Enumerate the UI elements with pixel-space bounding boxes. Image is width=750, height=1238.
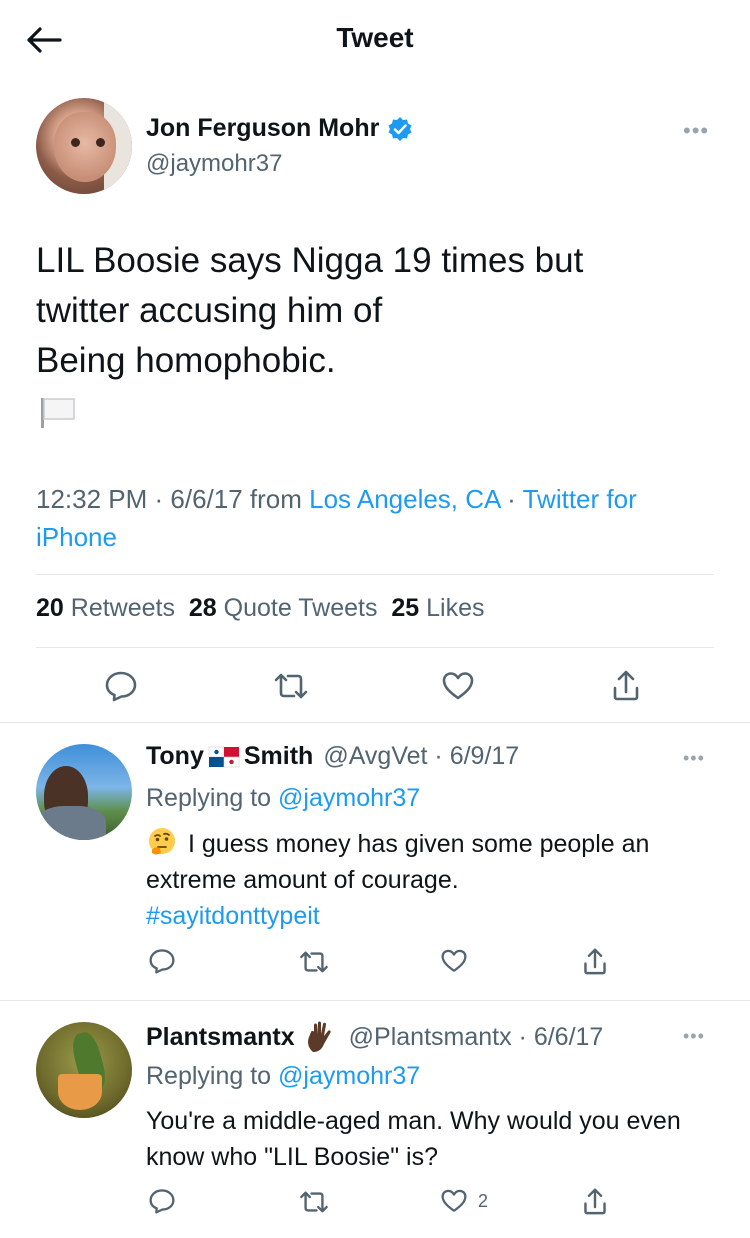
hashtag-link[interactable]: #sayitdonttypeit <box>146 898 716 934</box>
white-flag-icon <box>41 398 75 428</box>
reply-tweet[interactable]: Tony Smith @AvgVet · 6/9/17 ••• Replying… <box>0 722 750 1000</box>
replying-to: Replying to @jaymohr37 <box>146 784 421 812</box>
more-options-icon[interactable]: ••• <box>683 118 709 144</box>
retweet-icon[interactable] <box>272 672 310 700</box>
avatar[interactable] <box>36 1022 132 1118</box>
avatar[interactable] <box>36 744 132 840</box>
reply-tweet[interactable]: Plantsmantx @Plantsmantx · 6/6/17 ••• Re… <box>0 1000 750 1238</box>
reply-icon[interactable] <box>148 1188 176 1214</box>
divider <box>36 647 714 648</box>
tweet-actions <box>0 668 750 708</box>
avatar[interactable] <box>36 98 132 194</box>
replying-to-handle[interactable]: @jaymohr37 <box>278 1062 420 1090</box>
top-bar: Tweet <box>0 0 750 80</box>
reply-text: You're a middle-aged man. Why would you … <box>146 1107 681 1171</box>
like-count: 2 <box>478 1190 489 1211</box>
replying-to-handle[interactable]: @jaymohr37 <box>278 784 420 812</box>
reply-author-name[interactable]: Tony <box>146 742 204 771</box>
retweet-icon[interactable] <box>298 1190 330 1214</box>
like-heart-icon[interactable] <box>440 948 468 974</box>
reply-header: Plantsmantx @Plantsmantx · 6/6/17 <box>146 1020 603 1054</box>
author-name[interactable]: Jon Ferguson Mohr <box>146 114 413 143</box>
divider <box>36 574 714 575</box>
reply-text: I guess money has given some people an e… <box>146 826 716 934</box>
reply-author-name-last[interactable]: Smith <box>244 742 313 771</box>
raised-hand-emoji-icon <box>307 1021 331 1052</box>
tweet-text: LIL Boosie says Nigga 19 times but twitt… <box>36 241 584 380</box>
author-handle[interactable]: @jaymohr37 <box>146 150 282 178</box>
tweet-meta: 12:32 PM · 6/6/17 from Los Angeles, CA ·… <box>36 484 637 552</box>
share-icon[interactable] <box>582 1186 608 1216</box>
like-heart-icon[interactable] <box>441 670 475 702</box>
tweet-stats: 20 Retweets 28 Quote Tweets 25 Likes <box>36 594 485 623</box>
retweets-stat[interactable]: 20 Retweets <box>36 594 175 622</box>
reply-handle-date[interactable]: @Plantsmantx · 6/6/17 <box>349 1023 604 1052</box>
share-icon[interactable] <box>582 946 608 976</box>
reply-header: Tony Smith @AvgVet · 6/9/17 <box>146 742 519 771</box>
reply-icon[interactable] <box>148 948 176 974</box>
replying-to: Replying to @jaymohr37 <box>146 1062 421 1090</box>
like-heart-icon[interactable]: 2 <box>440 1188 488 1214</box>
retweet-icon[interactable] <box>298 950 330 974</box>
verified-badge-icon <box>388 116 412 141</box>
thinking-face-emoji-icon <box>149 828 175 855</box>
panama-flag-icon <box>208 746 240 767</box>
share-icon[interactable] <box>611 668 641 702</box>
likes-stat[interactable]: 25 Likes <box>391 594 484 622</box>
reply-handle-date[interactable]: @AvgVet · 6/9/17 <box>323 742 519 771</box>
more-options-icon[interactable]: ••• <box>683 1026 705 1047</box>
more-options-icon[interactable]: ••• <box>683 748 705 769</box>
quote-tweets-stat[interactable]: 28 Quote Tweets <box>189 594 378 622</box>
location-link[interactable]: Los Angeles, CA <box>309 484 500 514</box>
page-title: Tweet <box>336 22 414 53</box>
reply-icon[interactable] <box>104 670 138 702</box>
reply-author-name[interactable]: Plantsmantx <box>146 1023 295 1052</box>
